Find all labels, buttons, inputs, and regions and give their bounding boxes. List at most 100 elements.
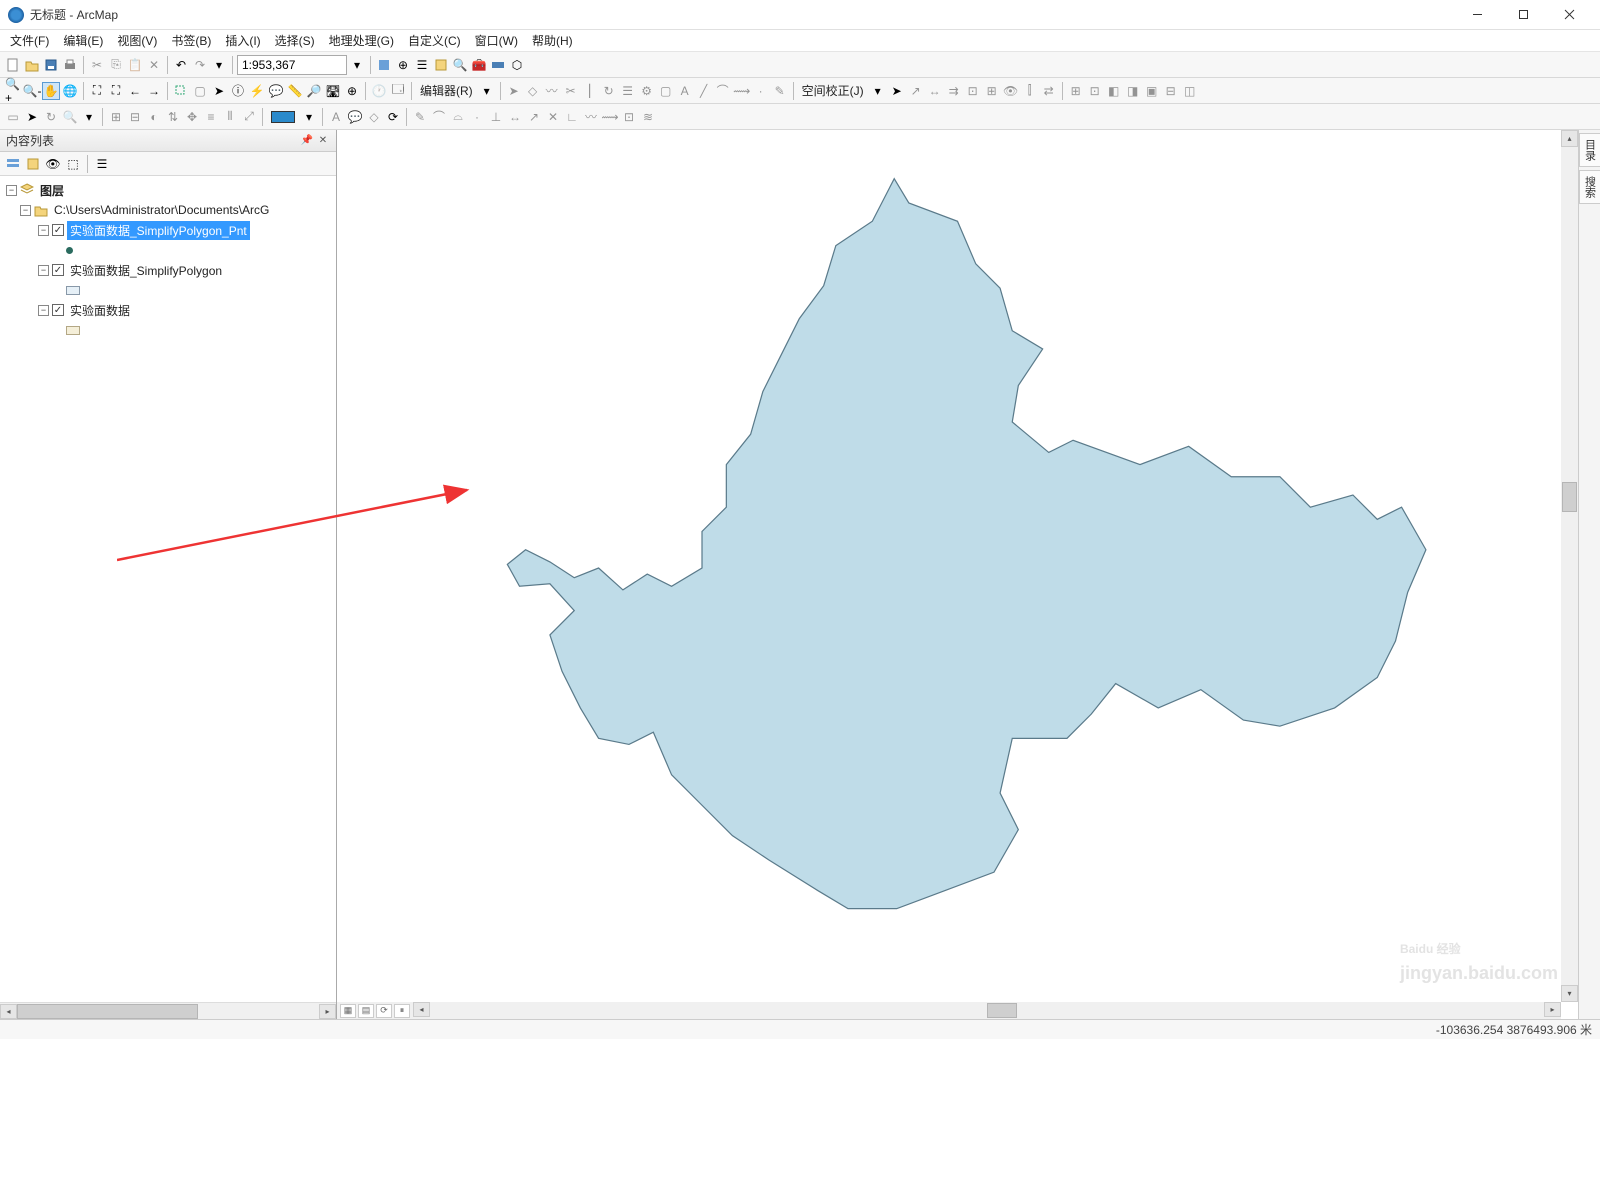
data-view-tab[interactable]: ▦ bbox=[340, 1004, 356, 1018]
tree-layer3[interactable]: − ✓ 实验面数据 bbox=[2, 300, 334, 320]
edit-vertices2-icon[interactable]: ◇ bbox=[365, 108, 383, 126]
edit-annotation-icon[interactable]: A bbox=[676, 82, 694, 100]
toc-tree[interactable]: − 图层 − C:\Users\Administrator\Documents\… bbox=[0, 176, 336, 1002]
list-by-visibility-icon[interactable]: 👁 bbox=[44, 155, 62, 173]
limit-adj-icon[interactable]: ⊞ bbox=[983, 82, 1001, 100]
select-features-icon[interactable] bbox=[172, 82, 190, 100]
georef-icon3[interactable]: ◧ bbox=[1105, 82, 1123, 100]
rectangle-fill-icon[interactable] bbox=[267, 108, 299, 126]
hscroll-track[interactable] bbox=[17, 1004, 319, 1019]
undo-dropdown-icon[interactable]: ▾ bbox=[210, 56, 228, 74]
polygon-symbol-icon[interactable] bbox=[66, 286, 80, 295]
distribute-icon[interactable]: ⫴ bbox=[221, 108, 239, 126]
redo-icon[interactable]: ↷ bbox=[191, 56, 209, 74]
modify-link-icon[interactable]: ↔ bbox=[926, 82, 944, 100]
search-tab[interactable]: 搜索 bbox=[1579, 170, 1600, 204]
fixed-zoom-in-icon[interactable]: ⛶ bbox=[88, 82, 106, 100]
convert-icon[interactable]: ⟳ bbox=[384, 108, 402, 126]
arc-tool-icon[interactable]: ⌒ bbox=[430, 108, 448, 126]
edit-vertices-icon[interactable]: ◇ bbox=[524, 82, 542, 100]
back-icon[interactable]: ← bbox=[126, 82, 144, 100]
group-icon[interactable]: ⊞ bbox=[107, 108, 125, 126]
menu-window[interactable]: 窗口(W) bbox=[469, 30, 524, 51]
tree-layer1-symbol[interactable] bbox=[2, 240, 334, 260]
select-elements2-icon[interactable]: ➤ bbox=[23, 108, 41, 126]
menu-insert[interactable]: 插入(I) bbox=[219, 30, 266, 51]
modelbuilder-icon[interactable]: ⬡ bbox=[508, 56, 526, 74]
list-by-selection-icon[interactable]: ⬚ bbox=[64, 155, 82, 173]
size-icon[interactable]: ⤢ bbox=[240, 108, 258, 126]
toc-close-icon[interactable]: ✕ bbox=[316, 134, 330, 148]
collapse-icon[interactable]: − bbox=[38, 225, 49, 236]
create-viewer-icon[interactable]: 🗔 bbox=[389, 82, 407, 100]
order-icon[interactable]: ⇅ bbox=[164, 108, 182, 126]
tree-dataset[interactable]: − C:\Users\Administrator\Documents\ArcG bbox=[2, 200, 334, 220]
time-slider-icon[interactable]: 🕐 bbox=[370, 82, 388, 100]
spatial-adj-dropdown-icon[interactable]: ▾ bbox=[869, 82, 887, 100]
ungroup-icon[interactable]: ⊟ bbox=[126, 108, 144, 126]
scroll-up-icon[interactable]: ▴ bbox=[1561, 130, 1578, 147]
straight-segment-icon[interactable]: ╱ bbox=[695, 82, 713, 100]
spatial-adjustment-label[interactable]: 空间校正(J) bbox=[798, 82, 868, 99]
scale-dropdown-icon[interactable]: ▾ bbox=[348, 56, 366, 74]
zoom-in-icon[interactable]: 🔍+ bbox=[4, 82, 22, 100]
graphic-ops-icon[interactable]: ◐ bbox=[145, 108, 163, 126]
toc-hscroll[interactable]: ◂ ▸ bbox=[0, 1002, 336, 1019]
hyperlink-icon[interactable]: ⚡ bbox=[248, 82, 266, 100]
georef-icon4[interactable]: ◨ bbox=[1124, 82, 1142, 100]
tree-layer3-symbol[interactable] bbox=[2, 320, 334, 340]
menu-geoprocessing[interactable]: 地理处理(G) bbox=[323, 30, 400, 51]
undo-icon[interactable]: ↶ bbox=[172, 56, 190, 74]
georef-icon5[interactable]: ▣ bbox=[1143, 82, 1161, 100]
georef-icon2[interactable]: ⊡ bbox=[1086, 82, 1104, 100]
zoom-to-selected-icon[interactable]: 🔍 bbox=[61, 108, 79, 126]
georef-icon6[interactable]: ⊟ bbox=[1162, 82, 1180, 100]
maximize-button[interactable] bbox=[1500, 0, 1546, 30]
edit-tool-icon[interactable]: ➤ bbox=[505, 82, 523, 100]
hscroll-thumb[interactable] bbox=[17, 1004, 198, 1019]
edge-match-icon[interactable]: ⫿ bbox=[1021, 82, 1039, 100]
fill-dropdown-icon[interactable]: ▾ bbox=[300, 108, 318, 126]
scale-input[interactable] bbox=[237, 55, 347, 75]
distance-icon[interactable]: ↔ bbox=[506, 108, 524, 126]
cut-icon[interactable]: ✂ bbox=[88, 56, 106, 74]
nudge-icon[interactable]: ✥ bbox=[183, 108, 201, 126]
scroll-left-icon[interactable]: ◂ bbox=[413, 1002, 430, 1017]
python-icon[interactable] bbox=[489, 56, 507, 74]
georef-icon7[interactable]: ◫ bbox=[1181, 82, 1199, 100]
find-icon[interactable]: 🔎 bbox=[305, 82, 323, 100]
trace2-icon[interactable]: ⟿ bbox=[601, 108, 619, 126]
map-canvas[interactable] bbox=[337, 130, 1578, 1189]
tree-layer1[interactable]: − ✓ 实验面数据_SimplifyPolygon_Pnt bbox=[2, 220, 334, 240]
collapse-icon[interactable]: − bbox=[38, 265, 49, 276]
map-view[interactable]: ▴ ▾ ▦ ▤ ⟳ ⏸ ◂ ▸ Baidu 经验 jingyan.baidu.c… bbox=[337, 130, 1578, 1019]
collapse-icon[interactable]: − bbox=[38, 305, 49, 316]
open-icon[interactable] bbox=[23, 56, 41, 74]
new-rectangle-icon[interactable]: ▭ bbox=[4, 108, 22, 126]
pan-icon[interactable]: ✋ bbox=[42, 82, 60, 100]
attributes-icon[interactable]: ☰ bbox=[619, 82, 637, 100]
trace-icon[interactable]: ⟿ bbox=[733, 82, 751, 100]
toc-icon[interactable]: ☰ bbox=[413, 56, 431, 74]
close-button[interactable] bbox=[1546, 0, 1592, 30]
layer3-checkbox[interactable]: ✓ bbox=[52, 304, 64, 316]
layer2-checkbox[interactable]: ✓ bbox=[52, 264, 64, 276]
toc-pin-icon[interactable]: 📌 bbox=[300, 134, 314, 148]
menu-selection[interactable]: 选择(S) bbox=[269, 30, 321, 51]
scroll-right-icon[interactable]: ▸ bbox=[319, 1004, 336, 1019]
scroll-down-icon[interactable]: ▾ bbox=[1561, 985, 1578, 1002]
tree-layer2-label[interactable]: 实验面数据_SimplifyPolygon bbox=[67, 261, 225, 280]
html-popup-icon[interactable]: 💬 bbox=[267, 82, 285, 100]
tree-layer2-symbol[interactable] bbox=[2, 280, 334, 300]
polygon-symbol-icon[interactable] bbox=[66, 326, 80, 335]
editor-toolbar-icon[interactable] bbox=[375, 56, 393, 74]
collapse-icon[interactable]: − bbox=[6, 185, 17, 196]
copy-icon[interactable]: ⎘ bbox=[107, 56, 125, 74]
tree-layer3-label[interactable]: 实验面数据 bbox=[67, 301, 133, 320]
point-icon[interactable]: · bbox=[752, 82, 770, 100]
tree-root[interactable]: − 图层 bbox=[2, 180, 334, 200]
sketch-props-icon[interactable]: ⚙ bbox=[638, 82, 656, 100]
edit-sketch-icon[interactable]: ✎ bbox=[771, 82, 789, 100]
vscroll-thumb[interactable] bbox=[1562, 482, 1577, 512]
tree-layer1-label[interactable]: 实验面数据_SimplifyPolygon_Pnt bbox=[67, 221, 250, 240]
